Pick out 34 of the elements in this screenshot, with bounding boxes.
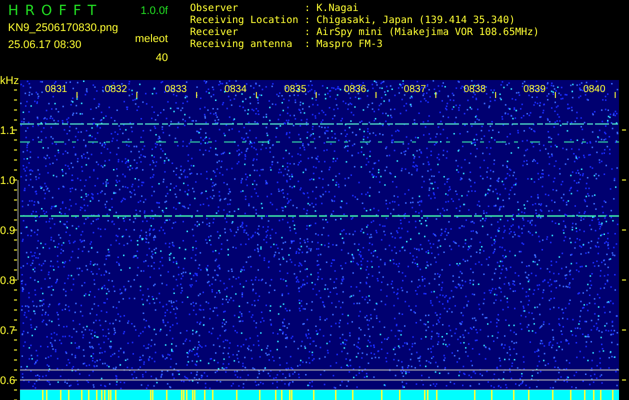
unit-label: kHz bbox=[0, 75, 19, 87]
date-time: 25.06.17 08:30 bbox=[8, 38, 82, 52]
info-label: Receiver bbox=[190, 27, 240, 39]
colon-separator: : bbox=[304, 3, 310, 15]
colon-separator: : bbox=[304, 39, 310, 51]
mode-label: meleot bbox=[134, 33, 168, 47]
file-name: KN9_2506170830.png bbox=[8, 22, 118, 36]
frequency-label: 0.6 bbox=[0, 375, 16, 387]
time-label: 0832 bbox=[104, 84, 128, 95]
info-label: Observer bbox=[190, 3, 240, 15]
frequency-label: 0.7 bbox=[0, 325, 16, 337]
info-label: Receiving Location bbox=[190, 15, 298, 27]
info-value: K.Nagai bbox=[316, 3, 360, 15]
frequency-label: 1.0 bbox=[0, 175, 16, 187]
info-value: AirSpy mini (Miakejima VOR 108.65MHz) bbox=[316, 27, 540, 39]
time-label: 0839 bbox=[523, 84, 546, 95]
time-label: 0836 bbox=[344, 84, 366, 95]
info-value: Chigasaki, Japan (139.414 35.340) bbox=[316, 15, 516, 27]
colon-separator: : bbox=[304, 27, 310, 39]
time-label: 0834 bbox=[224, 84, 247, 95]
time-label: 0838 bbox=[464, 84, 486, 95]
time-label: 0837 bbox=[404, 84, 426, 95]
colon-separator: : bbox=[304, 15, 310, 27]
frequency-label: 1.1 bbox=[0, 125, 16, 137]
info-label: Receiving antenna bbox=[190, 39, 294, 51]
time-label: 0833 bbox=[164, 84, 187, 95]
info-value: Maspro FM-3 bbox=[316, 39, 384, 51]
frequency-label: 0.9 bbox=[0, 225, 16, 237]
version-label: 1.0.0f bbox=[140, 5, 168, 17]
count-label: 40 bbox=[156, 52, 168, 66]
frequency-label: 0.8 bbox=[0, 275, 16, 287]
time-label: 0831 bbox=[45, 84, 68, 95]
time-label: 0840 bbox=[583, 84, 606, 95]
app-title: H R O F F T bbox=[8, 3, 98, 19]
